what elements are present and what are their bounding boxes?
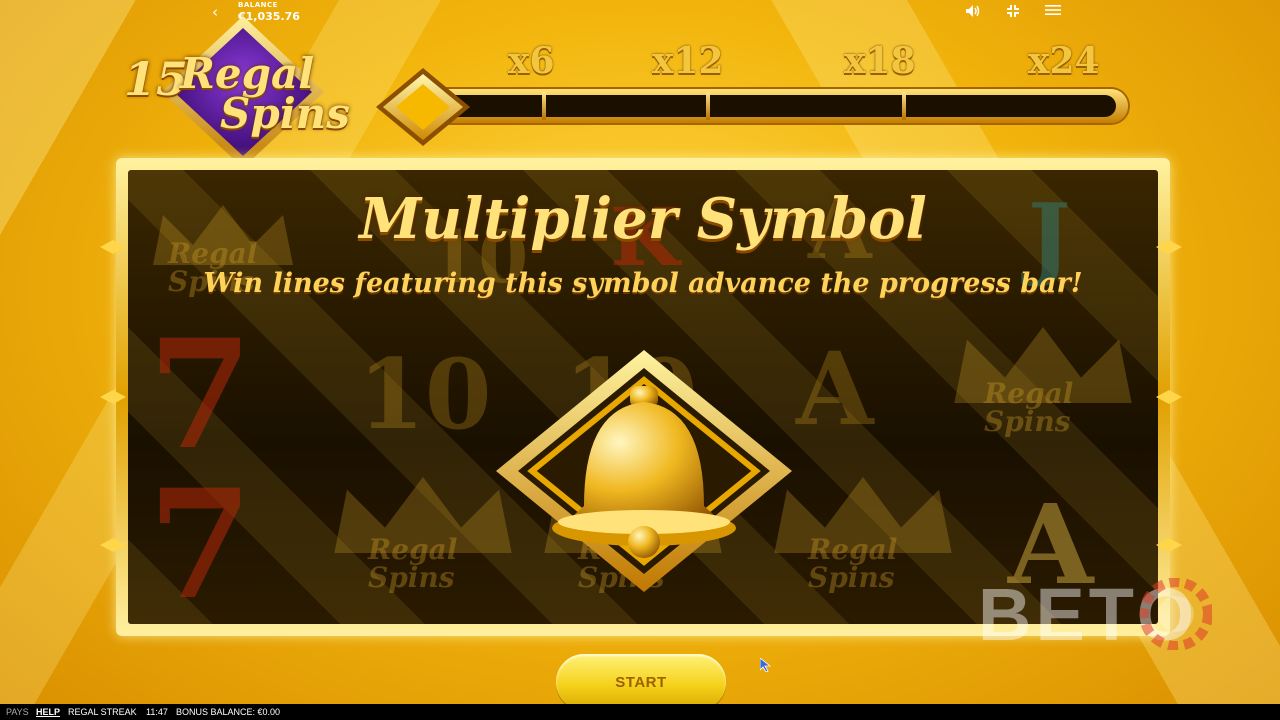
panel-subtitle: Win lines featuring this symbol advance … bbox=[203, 268, 1083, 299]
multiplier-label: x6 bbox=[508, 40, 555, 82]
panel-edge-gem-icon bbox=[1156, 240, 1182, 254]
free-spins-badge: 15 Regal Spins bbox=[118, 12, 376, 172]
panel-edge-gem-icon bbox=[100, 538, 126, 552]
bottom-status-bar: PAYS HELP REGAL STREAK 11:47 BONUS BALAN… bbox=[0, 704, 1280, 720]
panel-edge-gem-icon bbox=[1156, 538, 1182, 552]
multiplier-label: x18 bbox=[844, 40, 916, 82]
casino-chip-icon bbox=[1140, 578, 1212, 650]
regal-spins-symbol: Regal Spins bbox=[948, 320, 1138, 436]
pays-link[interactable]: PAYS bbox=[6, 704, 29, 720]
seven-symbol: 7 bbox=[148, 457, 253, 624]
progress-divider bbox=[706, 92, 710, 120]
clock: 11:47 bbox=[146, 707, 168, 717]
ace-symbol: A bbox=[796, 330, 874, 448]
top-icons bbox=[962, 4, 1064, 22]
balance-label: BALANCE bbox=[238, 1, 278, 9]
bonus-balance: BONUS BALANCE: €0.00 bbox=[176, 707, 281, 717]
fullscreen-icon[interactable] bbox=[1002, 4, 1024, 22]
multiplier-label: x24 bbox=[1028, 40, 1100, 82]
panel-edge-gem-icon bbox=[100, 390, 126, 404]
progress-divider bbox=[542, 92, 546, 120]
game-name: REGAL STREAK bbox=[68, 707, 137, 717]
multiplier-label: x12 bbox=[652, 40, 724, 82]
ten-symbol: 10 bbox=[358, 338, 492, 451]
regal-spins-symbol-label: Regal Spins bbox=[984, 377, 1074, 438]
mouse-cursor-icon bbox=[760, 658, 772, 672]
bell-icon bbox=[496, 350, 792, 592]
sound-icon[interactable] bbox=[962, 4, 984, 22]
progress-fill-area bbox=[436, 95, 1116, 117]
menu-icon[interactable] bbox=[1042, 4, 1064, 22]
seven-symbol: 7 bbox=[148, 307, 253, 483]
free-spins-label: Regal Spins bbox=[180, 49, 370, 138]
start-button[interactable]: START bbox=[556, 654, 726, 710]
progress-divider bbox=[902, 92, 906, 120]
panel-edge-gem-icon bbox=[1156, 390, 1182, 404]
progress-gem-icon bbox=[376, 68, 470, 146]
help-link[interactable]: HELP bbox=[36, 704, 60, 720]
panel-edge-gem-icon bbox=[100, 240, 126, 254]
regal-spins-symbol-label: Regal Spins bbox=[808, 533, 898, 594]
panel-title: Multiplier Symbol bbox=[359, 186, 927, 252]
multiplier-progress-bar: x6 x12 x18 x24 bbox=[376, 40, 1134, 146]
info-panel: Regal Spins 10 K A J 7 10 10 A Regal Spi… bbox=[100, 158, 1182, 636]
badge-line-2: Spins bbox=[220, 89, 350, 138]
free-spins-count: 15 bbox=[124, 52, 189, 106]
badge-line-1: Regal bbox=[180, 49, 315, 98]
panel-content: Regal Spins 10 K A J 7 10 10 A Regal Spi… bbox=[128, 170, 1158, 624]
